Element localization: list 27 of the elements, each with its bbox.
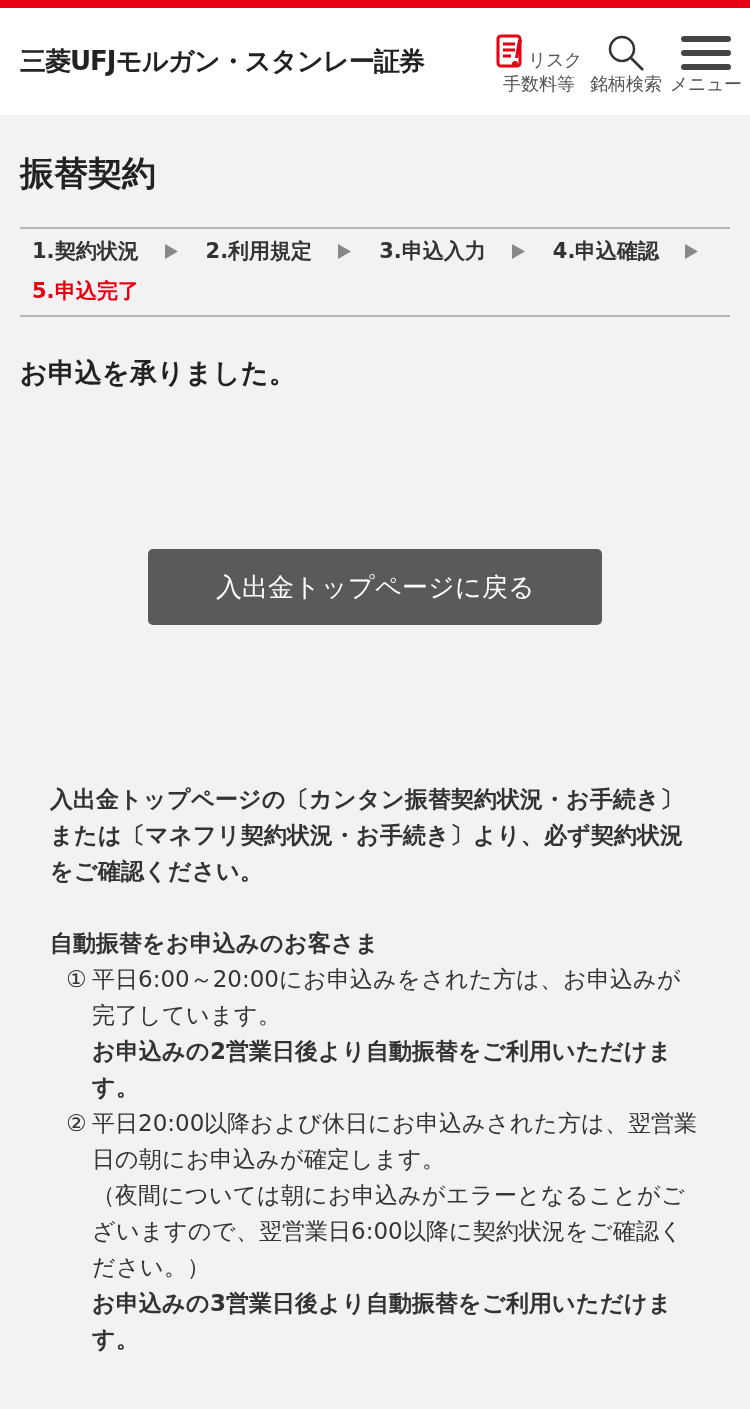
step-label: 4.申込確認 bbox=[552, 238, 660, 265]
note-text: 平日6:00～20:00にお申込みをされた方は、お申込みが完了しています。 bbox=[92, 965, 682, 1030]
note-text: （夜間については朝にお申込みがエラーとなることがございますので、翌営業日6:00以降に契約状況をご確認ください。） bbox=[92, 1181, 686, 1282]
triangle-icon bbox=[338, 243, 352, 259]
risk-fees-button[interactable]: リスク 手数料等 bbox=[496, 27, 582, 96]
menu-icon bbox=[681, 33, 731, 72]
back-button[interactable]: 入出金トップページに戻る bbox=[148, 549, 602, 625]
step-label: 1.契約状況 bbox=[32, 238, 139, 265]
step-label: 2.利用規定 bbox=[205, 238, 313, 265]
note-text: 平日20:00以降および休日にお申込みされた方は、翌営業日の朝にお申込みが確定します。 bbox=[92, 1109, 699, 1174]
menu-button[interactable]: メニュー bbox=[670, 27, 742, 96]
triangle-icon bbox=[511, 243, 525, 259]
notice-text: 入出金トップページの〔カンタン振替契約状況・お手続き〕または〔マネフリ契約状況・お手続き〕より、必ず契約状況をご確認ください。 bbox=[50, 785, 684, 886]
step-label: 5.申込完了 bbox=[32, 278, 139, 305]
list-marker: ② bbox=[66, 1109, 88, 1138]
note-text: お申込みの3営業日後より自動振替をご利用いただけます。 bbox=[92, 1289, 673, 1354]
triangle-icon bbox=[164, 243, 178, 259]
logo[interactable]: 三菱UFJモルガン・スタンレー証券 bbox=[20, 44, 488, 79]
search-icon bbox=[607, 33, 645, 72]
triangle-icon bbox=[685, 243, 699, 259]
section-heading: 自動振替をお申込みのお客さま bbox=[50, 929, 380, 958]
search-button[interactable]: 銘柄検索 bbox=[590, 27, 662, 96]
confirmation-message: お申込を承りました。 bbox=[20, 356, 297, 390]
list-marker: ① bbox=[66, 965, 88, 994]
step-label: 3.申込入力 bbox=[379, 238, 486, 265]
note-text: お申込みの2営業日後より自動振替をご利用いただけます。 bbox=[92, 1037, 673, 1102]
page-title: 振替契約 bbox=[20, 152, 157, 195]
